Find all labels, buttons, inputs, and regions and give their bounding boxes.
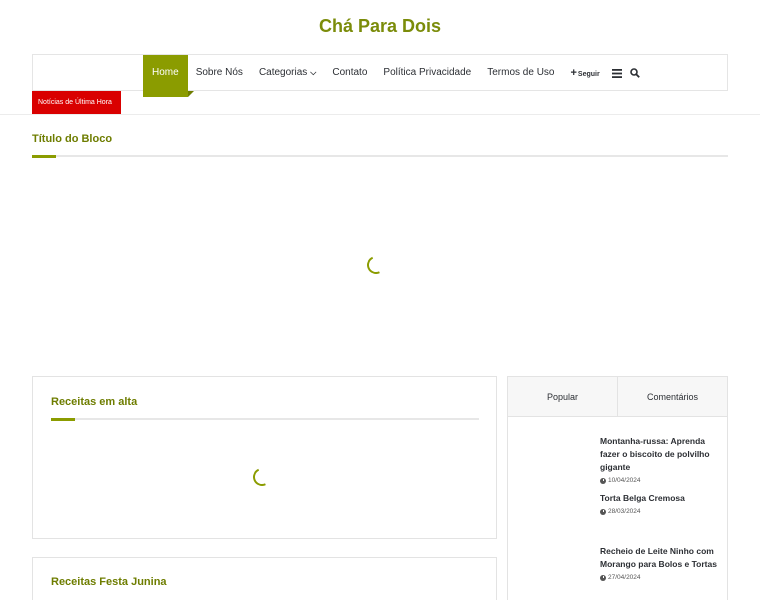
nav-item-sobre[interactable]: Sobre Nós (188, 55, 251, 91)
main-navigation: Home Sobre Nós Categorias ⌵ Contato Polít… (32, 54, 728, 97)
post-date: 28/03/2024 (600, 508, 720, 515)
nav-item-privacidade[interactable]: Política Privacidade (375, 55, 479, 91)
plus-icon: + (570, 67, 577, 79)
chevron-down-icon: ⌵ (310, 68, 317, 77)
festa-junina-card: Receitas Festa Junina (32, 557, 497, 600)
clock-icon (600, 477, 606, 484)
post-date-text: 28/03/2024 (608, 508, 641, 515)
post-date: 10/04/2024 (600, 477, 720, 484)
block-title-rule (32, 155, 728, 158)
search-icon[interactable] (626, 55, 644, 91)
post-title[interactable]: Torta Belga Cremosa (600, 492, 720, 505)
post-date-text: 10/04/2024 (608, 477, 641, 484)
tab-comments[interactable]: Comentários (617, 377, 727, 416)
nav-item-termos[interactable]: Termos de Uso (479, 55, 562, 91)
breaking-news-label: Notícias de Última Hora (32, 91, 121, 115)
nav-item-categorias[interactable]: Categorias ⌵ (251, 55, 324, 91)
list-item: Montanha-russa: Aprenda fazer o biscoito… (600, 435, 720, 484)
trending-card: Receitas em alta (32, 376, 497, 539)
trending-rule-accent (51, 418, 75, 421)
block-title: Título do Bloco (32, 133, 113, 145)
trending-title: Receitas em alta (51, 396, 138, 408)
nav-item-categorias-label: Categorias (258, 67, 308, 78)
nav-item-home[interactable]: Home (143, 55, 194, 97)
nav-items: Home Sobre Nós Categorias ⌵ Contato Polít… (143, 55, 644, 97)
widget-tabs: Popular Comentários (508, 377, 727, 417)
follow-label: Seguir (577, 71, 600, 78)
post-title[interactable]: Recheio de Leite Ninho com Morango para … (600, 545, 720, 571)
nav-item-contato[interactable]: Contato (324, 55, 375, 91)
follow-button[interactable]: +Seguir (562, 55, 607, 91)
site-title[interactable]: Chá Para Dois (0, 16, 760, 37)
clock-icon (600, 508, 606, 515)
clock-icon (600, 574, 606, 581)
tab-popular[interactable]: Popular (508, 377, 617, 416)
post-date-text: 27/04/2024 (608, 574, 641, 581)
popular-comments-widget: Popular Comentários Montanha-russa: Apre… (507, 376, 728, 600)
hamburger-icon[interactable] (608, 55, 626, 91)
list-item: Recheio de Leite Ninho com Morango para … (600, 545, 720, 581)
post-title[interactable]: Montanha-russa: Aprenda fazer o biscoito… (600, 435, 720, 474)
post-date: 27/04/2024 (600, 574, 720, 581)
trending-loading-spinner-icon (250, 465, 274, 489)
breaking-news-divider (0, 114, 760, 115)
loading-spinner-icon (364, 253, 388, 277)
trending-rule (51, 418, 479, 421)
block-title-accent (32, 155, 56, 158)
list-item: Torta Belga Cremosa 28/03/2024 (600, 492, 720, 515)
festa-junina-title: Receitas Festa Junina (51, 576, 167, 588)
